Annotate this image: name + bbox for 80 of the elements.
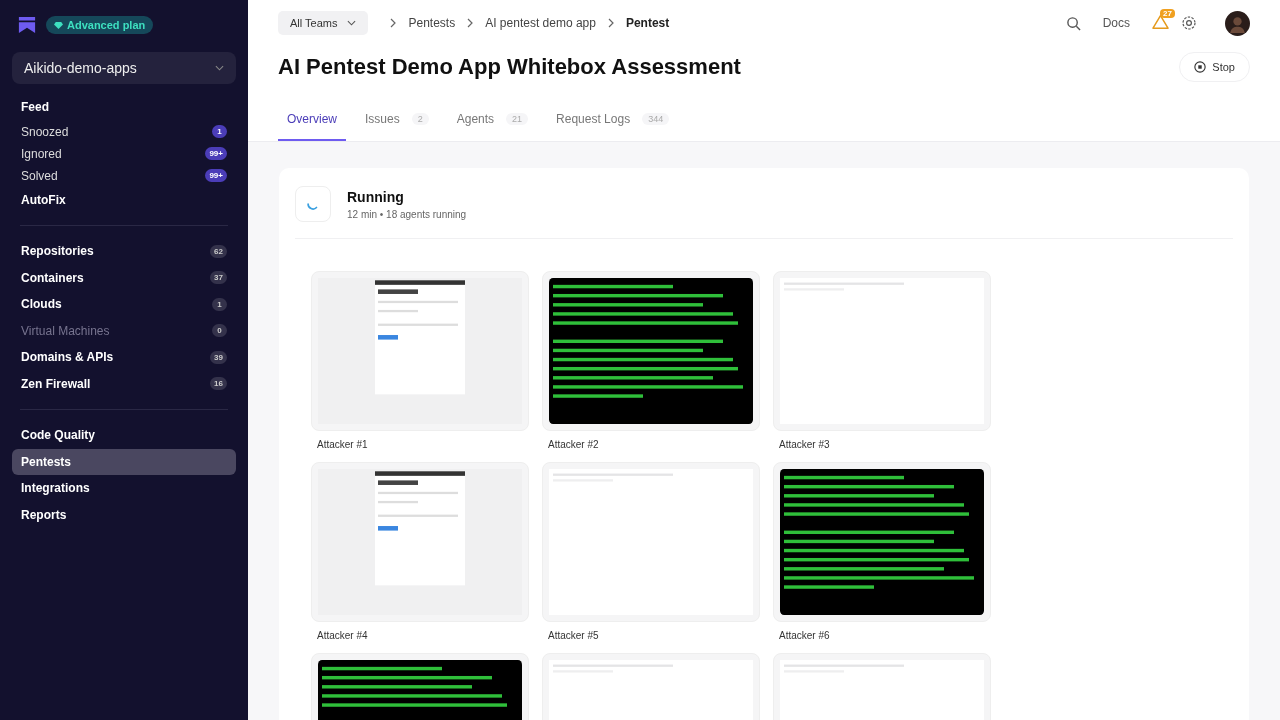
nav-label: Domains & APIs	[21, 350, 114, 365]
breadcrumb-link[interactable]: AI pentest demo app	[485, 16, 596, 30]
count-badge: 344	[642, 113, 670, 125]
nav-item[interactable]: Pentests	[12, 448, 236, 475]
count-badge: 21	[506, 113, 529, 125]
nav-label: Containers	[21, 270, 84, 285]
nav-label: Snoozed	[21, 124, 69, 139]
nav-item[interactable]: Ignored 99+	[12, 142, 236, 165]
chevron-right-icon	[607, 18, 614, 28]
nav-item[interactable]: Integrations	[12, 475, 236, 502]
nav-item[interactable]: Solved 99+	[12, 164, 236, 187]
tab-label: Issues	[365, 112, 400, 126]
status-subtitle: 12 min • 18 agents running	[347, 208, 467, 220]
search-icon[interactable]	[1065, 15, 1081, 31]
nav-label: Integrations	[21, 481, 90, 496]
attacker-label: Attacker #1	[316, 439, 369, 450]
attacker-label: Attacker #6	[778, 630, 831, 641]
nav-label: Ignored	[21, 146, 62, 161]
diamond-icon	[54, 20, 63, 30]
chevron-down-icon	[215, 65, 224, 71]
nav-item[interactable]: Domains & APIs 39	[12, 344, 236, 371]
breadcrumb-link[interactable]: Pentests	[408, 16, 456, 30]
tab-label: Request Logs	[556, 112, 631, 126]
nav-item[interactable]: Zen Firewall 16	[12, 370, 236, 397]
nav-label: Feed	[21, 100, 49, 115]
nav-label: Repositories	[21, 244, 94, 259]
tab[interactable]: Agents 21	[447, 102, 538, 141]
count-badge: 99+	[205, 147, 227, 160]
team-dropdown[interactable]: All Teams	[278, 11, 369, 35]
count-badge: 37	[210, 271, 227, 285]
warning-icon[interactable]	[1152, 14, 1169, 29]
tab-label: Overview	[287, 112, 337, 126]
logo-icon[interactable]	[18, 16, 36, 34]
nav-item[interactable]: Snoozed 1	[12, 120, 236, 143]
chevron-right-icon	[467, 18, 474, 28]
nav-item[interactable]: Clouds 1	[12, 291, 236, 318]
nav-item[interactable]: Containers 37	[12, 264, 236, 291]
count-badge: 99+	[205, 169, 227, 182]
nav-label: Reports	[21, 507, 67, 522]
count-badge: 62	[210, 244, 227, 258]
count-badge: 2	[411, 113, 429, 125]
alert-count-badge: 27	[1160, 9, 1175, 18]
nav-label: AutoFix	[21, 192, 66, 207]
nav-label: Zen Firewall	[21, 376, 91, 391]
tab[interactable]: Issues 2	[356, 102, 438, 141]
stop-icon	[1194, 61, 1207, 73]
docs-link[interactable]: Docs	[1102, 16, 1130, 30]
tab[interactable]: Request Logs 344	[547, 102, 679, 141]
nav-label: Virtual Machines	[21, 323, 110, 338]
attacker-label: Attacker #3	[778, 439, 831, 450]
nav-label: Clouds	[21, 297, 62, 312]
count-badge: 39	[210, 350, 227, 364]
attacker-label: Attacker #2	[547, 439, 600, 450]
chevron-down-icon	[347, 20, 357, 26]
nav-label: Solved	[21, 168, 58, 183]
count-badge: 1	[212, 125, 227, 138]
nav-item[interactable]: AutoFix	[12, 186, 236, 213]
settings-icon[interactable]	[1181, 15, 1197, 31]
page-title: AI Pentest Demo App Whitebox Assessment	[278, 54, 741, 80]
count-badge: 0	[212, 324, 227, 338]
nav-label: Code Quality	[21, 428, 95, 443]
workspace-dropdown[interactable]: Aikido-demo-apps	[12, 52, 236, 84]
spinner-icon	[295, 186, 331, 222]
tab-label: Agents	[456, 112, 495, 126]
nav-label: Pentests	[21, 454, 72, 469]
chevron-right-icon	[390, 18, 397, 28]
tab[interactable]: Overview	[278, 102, 346, 141]
nav-item[interactable]: Repositories 62	[12, 238, 236, 265]
nav-item[interactable]: Reports	[12, 501, 236, 528]
count-badge: 16	[210, 377, 227, 391]
stop-button[interactable]: Stop	[1179, 52, 1250, 82]
status-title: Running	[347, 188, 405, 205]
breadcrumb-link[interactable]: Pentest	[625, 16, 670, 30]
avatar[interactable]	[1225, 10, 1250, 36]
nav-item[interactable]: Feed	[12, 94, 236, 121]
nav-item[interactable]: Code Quality	[12, 422, 236, 449]
count-badge: 1	[212, 297, 227, 311]
attacker-label: Attacker #4	[316, 630, 369, 641]
plan-badge[interactable]: Advanced plan	[46, 16, 154, 34]
attacker-label: Attacker #5	[547, 630, 600, 641]
